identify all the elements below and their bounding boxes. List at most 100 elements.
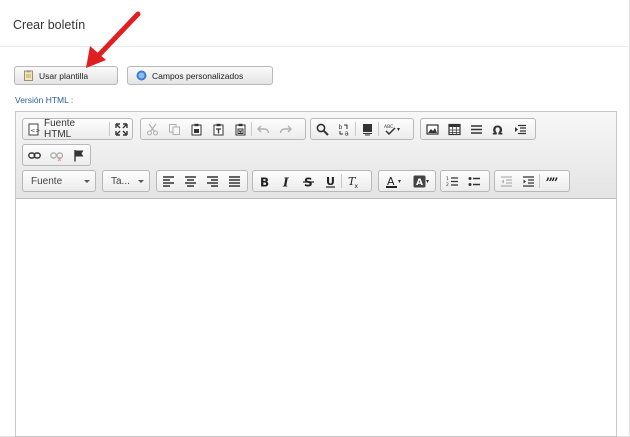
- svg-text:x: x: [354, 183, 358, 188]
- underline-icon: U: [325, 175, 335, 188]
- image-button[interactable]: [421, 119, 443, 139]
- svg-text:I: I: [282, 175, 289, 188]
- blockquote-icon: ””: [545, 176, 558, 188]
- align-right-button[interactable]: [201, 171, 223, 191]
- table-button[interactable]: [443, 119, 465, 139]
- page-break-button[interactable]: [509, 119, 531, 139]
- link-button[interactable]: [23, 145, 45, 165]
- align-left-icon: [162, 175, 174, 187]
- spellcheck-icon: ABC: [384, 124, 396, 135]
- maximize-button[interactable]: [110, 119, 132, 139]
- font-family-value: Fuente: [31, 175, 63, 187]
- chevron-down-icon: [138, 180, 144, 183]
- undo-button[interactable]: [252, 119, 274, 139]
- redo-icon: [279, 125, 292, 133]
- replace-icon: ba: [338, 124, 348, 136]
- special-char-button[interactable]: Ω: [487, 119, 509, 139]
- toolbar-group-clipboard: [140, 118, 306, 140]
- strike-icon: S: [302, 175, 314, 188]
- paste-icon: [191, 123, 201, 135]
- justify-icon: [228, 175, 240, 187]
- source-label: Fuente HTML: [43, 118, 76, 140]
- toolbar-group-colors: A ▾ A ▾: [378, 170, 436, 192]
- bold-button[interactable]: B: [253, 171, 275, 191]
- bulleted-list-button[interactable]: [463, 171, 485, 191]
- replace-button[interactable]: ba: [333, 119, 355, 139]
- text-color-button[interactable]: A ▾: [379, 171, 407, 191]
- align-center-button[interactable]: [179, 171, 201, 191]
- underline-button[interactable]: U: [319, 171, 341, 191]
- align-right-icon: [206, 175, 218, 187]
- paste-word-icon: [235, 123, 245, 135]
- find-button[interactable]: [311, 119, 333, 139]
- unlink-button[interactable]: [45, 145, 67, 165]
- remove-format-icon: Tx: [348, 175, 359, 188]
- font-family-select[interactable]: Fuente: [22, 170, 96, 192]
- link-icon: [27, 151, 41, 159]
- paste-button[interactable]: [185, 119, 207, 139]
- horizontal-rule-icon: [470, 124, 482, 134]
- paste-text-icon: [213, 123, 223, 135]
- editor-toolbar: <> Fuente HTML ba ABC ▾ Ω Fuente Ta... B…: [16, 112, 616, 199]
- toolbar-group-document: <> Fuente HTML: [22, 118, 133, 140]
- bg-color-icon: A: [413, 175, 426, 188]
- justify-button[interactable]: [223, 171, 245, 191]
- custom-fields-label: Campos personalizados: [152, 70, 244, 81]
- numbered-list-button[interactable]: 12: [441, 171, 463, 191]
- horizontal-rule-button[interactable]: [465, 119, 487, 139]
- anchor-button[interactable]: [67, 145, 89, 165]
- strike-button[interactable]: S: [297, 171, 319, 191]
- copy-icon: [168, 123, 180, 135]
- align-left-button[interactable]: [157, 171, 179, 191]
- svg-text:A: A: [416, 178, 423, 188]
- font-size-select[interactable]: Ta...: [102, 170, 150, 192]
- source-button[interactable]: <> Fuente HTML: [23, 118, 109, 140]
- numbered-list-icon: 12: [446, 176, 458, 188]
- svg-text:B: B: [260, 175, 269, 188]
- unlink-icon: [49, 151, 63, 161]
- spellcheck-button[interactable]: ABC ▾: [379, 119, 405, 139]
- select-all-icon: [362, 123, 372, 135]
- toolbar-group-editing: ba ABC ▾: [310, 118, 414, 140]
- svg-text:U: U: [326, 175, 335, 188]
- custom-fields-button[interactable]: Campos personalizados: [127, 66, 273, 85]
- anchor-icon: [73, 149, 83, 161]
- copy-button[interactable]: [163, 119, 185, 139]
- toolbar-group-links: [22, 144, 91, 166]
- svg-text:<>: <>: [30, 127, 40, 134]
- editor-content-area[interactable]: [16, 200, 616, 436]
- annotation-arrow: [86, 11, 141, 68]
- bulleted-list-icon: [468, 176, 480, 186]
- font-size-value: Ta...: [111, 175, 130, 187]
- indent-button[interactable]: [517, 171, 539, 191]
- italic-button[interactable]: I: [275, 171, 297, 191]
- select-all-button[interactable]: [356, 119, 378, 139]
- outdent-button[interactable]: [495, 171, 517, 191]
- svg-text:b: b: [338, 124, 342, 131]
- redo-button[interactable]: [274, 119, 296, 139]
- italic-icon: I: [282, 175, 289, 188]
- cut-icon: [146, 123, 158, 135]
- bg-color-button[interactable]: A ▾: [407, 171, 435, 191]
- panel-title: Crear boletín: [13, 18, 86, 32]
- paste-word-button[interactable]: [229, 119, 251, 139]
- cut-button[interactable]: [141, 119, 163, 139]
- toolbar-group-align: [156, 170, 248, 192]
- text-color-icon: A: [385, 175, 397, 188]
- svg-text:a: a: [344, 129, 348, 136]
- toolbar-group-insert: Ω: [420, 118, 536, 140]
- chevron-down-icon: [84, 180, 90, 183]
- outdent-icon: [500, 175, 512, 187]
- paste-text-button[interactable]: [207, 119, 229, 139]
- html-version-label: Versión HTML :: [15, 95, 74, 105]
- maximize-icon: [114, 122, 128, 136]
- svg-text:1: 1: [446, 176, 449, 182]
- newsletter-panel: Crear boletín Usar plantilla Campos pers…: [0, 0, 630, 437]
- table-icon: [447, 123, 461, 135]
- template-icon: [23, 70, 34, 81]
- remove-format-button[interactable]: Tx: [342, 171, 364, 191]
- find-icon: [316, 123, 329, 136]
- indent-icon: [522, 175, 534, 187]
- blockquote-button[interactable]: ””: [540, 171, 562, 191]
- toolbar-group-text-style: B I S U Tx: [252, 170, 372, 192]
